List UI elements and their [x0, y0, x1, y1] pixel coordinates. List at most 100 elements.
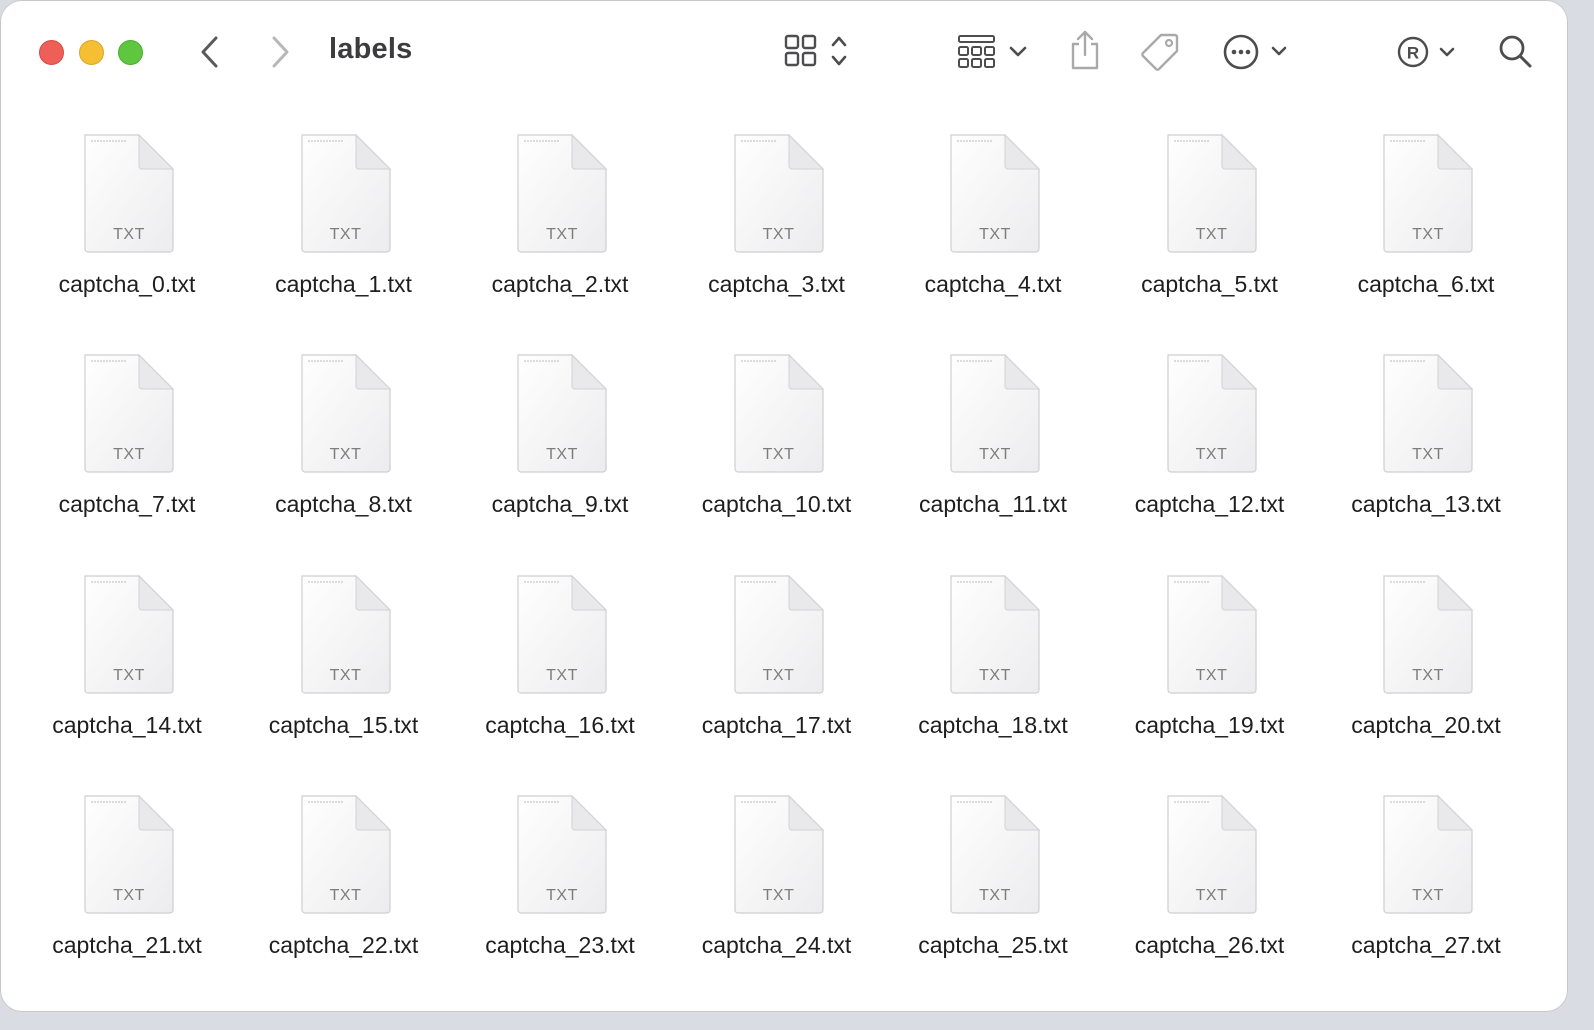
- file-name: captcha_5.txt: [1141, 271, 1278, 297]
- file-type-label: TXT: [329, 226, 362, 243]
- minimize-button[interactable]: [79, 40, 104, 65]
- document-icon: TXT: [1380, 133, 1476, 255]
- file-name: captcha_13.txt: [1351, 491, 1501, 518]
- search-icon[interactable]: [1497, 33, 1535, 71]
- file-item[interactable]: TXT captcha_23.txt: [452, 792, 668, 992]
- file-item[interactable]: TXT captcha_24.txt: [669, 792, 885, 992]
- document-icon: TXT: [731, 353, 827, 475]
- file-type-label: TXT: [979, 666, 1011, 684]
- file-name: captcha_26.txt: [1134, 931, 1285, 958]
- document-icon: TXT: [298, 794, 394, 916]
- file-item[interactable]: TXT captcha_2.txt: [452, 131, 668, 331]
- file-item[interactable]: TXT captcha_4.txt: [885, 131, 1101, 331]
- document-icon: TXT: [731, 574, 827, 696]
- file-name: captcha_9.txt: [491, 491, 629, 518]
- file-item[interactable]: TXT captcha_13.txt: [1318, 351, 1534, 551]
- file-name: captcha_2.txt: [491, 271, 629, 297]
- file-type-label: TXT: [979, 446, 1011, 464]
- file-type-label: TXT: [329, 446, 362, 464]
- file-name: captcha_10.txt: [701, 491, 852, 518]
- file-name: captcha_12.txt: [1134, 491, 1285, 518]
- document-icon: TXT: [298, 353, 394, 475]
- file-type-label: TXT: [1412, 446, 1444, 464]
- file-type-label: TXT: [113, 226, 145, 243]
- file-type-label: TXT: [1195, 226, 1228, 243]
- file-item[interactable]: TXT captcha_6.txt: [1318, 131, 1534, 331]
- file-item[interactable]: TXT captcha_14.txt: [19, 572, 235, 772]
- file-type-label: TXT: [762, 666, 795, 684]
- file-name: captcha_21.txt: [52, 931, 202, 958]
- file-name: captcha_15.txt: [268, 711, 419, 738]
- file-type-label: TXT: [546, 226, 578, 243]
- document-icon: TXT: [947, 353, 1043, 475]
- document-icon: TXT: [731, 133, 827, 255]
- file-type-label: TXT: [1412, 226, 1444, 243]
- file-name: captcha_19.txt: [1134, 711, 1285, 738]
- file-item[interactable]: TXT captcha_7.txt: [19, 351, 235, 551]
- tag-icon[interactable]: [1139, 31, 1181, 73]
- file-item[interactable]: TXT captcha_25.txt: [885, 792, 1101, 992]
- file-item[interactable]: TXT captcha_1.txt: [236, 131, 452, 331]
- file-name: captcha_16.txt: [485, 711, 635, 738]
- grid-view-icon[interactable]: [783, 33, 853, 71]
- file-name: captcha_6.txt: [1357, 271, 1495, 297]
- file-name: captcha_14.txt: [52, 711, 202, 738]
- file-type-label: TXT: [1195, 886, 1228, 904]
- file-name: captcha_27.txt: [1351, 931, 1501, 958]
- share-icon[interactable]: [1067, 28, 1103, 72]
- file-type-label: TXT: [329, 666, 362, 684]
- chevron-right-icon[interactable]: [267, 35, 293, 69]
- group-icon[interactable]: [956, 33, 1030, 71]
- file-type-label: TXT: [762, 446, 795, 464]
- document-icon: TXT: [514, 353, 610, 475]
- file-item[interactable]: TXT captcha_27.txt: [1318, 792, 1534, 992]
- chevron-left-icon[interactable]: [197, 35, 223, 69]
- file-name: captcha_18.txt: [918, 711, 1068, 738]
- document-icon: TXT: [731, 794, 827, 916]
- document-icon: TXT: [1164, 794, 1260, 916]
- file-item[interactable]: TXT captcha_5.txt: [1102, 131, 1318, 331]
- file-item[interactable]: TXT captcha_15.txt: [236, 572, 452, 772]
- file-item[interactable]: TXT captcha_16.txt: [452, 572, 668, 772]
- file-item[interactable]: TXT captcha_22.txt: [236, 792, 452, 992]
- file-item[interactable]: TXT captcha_8.txt: [236, 351, 452, 551]
- document-icon: TXT: [1164, 353, 1260, 475]
- document-icon: TXT: [1380, 794, 1476, 916]
- file-type-label: TXT: [762, 886, 795, 904]
- zoom-button[interactable]: [118, 40, 143, 65]
- file-type-label: TXT: [546, 666, 578, 684]
- document-icon: TXT: [1380, 574, 1476, 696]
- file-item[interactable]: TXT captcha_9.txt: [452, 351, 668, 551]
- file-item[interactable]: TXT captcha_19.txt: [1102, 572, 1318, 772]
- file-name: captcha_3.txt: [708, 271, 845, 297]
- file-item[interactable]: TXT captcha_17.txt: [669, 572, 885, 772]
- file-name: captcha_7.txt: [58, 491, 196, 518]
- file-item[interactable]: TXT captcha_0.txt: [19, 131, 235, 331]
- document-icon: TXT: [81, 574, 177, 696]
- toolbar: labels R: [1, 1, 1567, 101]
- file-item[interactable]: TXT captcha_10.txt: [669, 351, 885, 551]
- file-item[interactable]: TXT captcha_20.txt: [1318, 572, 1534, 772]
- document-icon: TXT: [1380, 353, 1476, 475]
- registered-icon[interactable]: R: [1395, 33, 1461, 71]
- file-item[interactable]: TXT captcha_21.txt: [19, 792, 235, 992]
- document-icon: TXT: [947, 794, 1043, 916]
- file-item[interactable]: TXT captcha_3.txt: [669, 131, 885, 331]
- file-name: captcha_20.txt: [1351, 711, 1501, 738]
- file-type-label: TXT: [329, 886, 362, 904]
- file-type-label: TXT: [762, 226, 795, 243]
- close-button[interactable]: [39, 40, 64, 65]
- file-item[interactable]: TXT captcha_12.txt: [1102, 351, 1318, 551]
- file-type-label: TXT: [1412, 666, 1444, 684]
- file-type-label: TXT: [1195, 666, 1228, 684]
- file-item[interactable]: TXT captcha_18.txt: [885, 572, 1101, 772]
- file-name: captcha_0.txt: [58, 271, 196, 297]
- file-type-label: TXT: [546, 886, 578, 904]
- file-item[interactable]: TXT captcha_11.txt: [885, 351, 1101, 551]
- file-name: captcha_22.txt: [268, 931, 419, 958]
- document-icon: TXT: [298, 133, 394, 255]
- file-type-label: TXT: [979, 886, 1011, 904]
- ellipsis-circle-icon[interactable]: [1221, 31, 1293, 73]
- file-item[interactable]: TXT captcha_26.txt: [1102, 792, 1318, 992]
- file-name: captcha_23.txt: [485, 931, 635, 958]
